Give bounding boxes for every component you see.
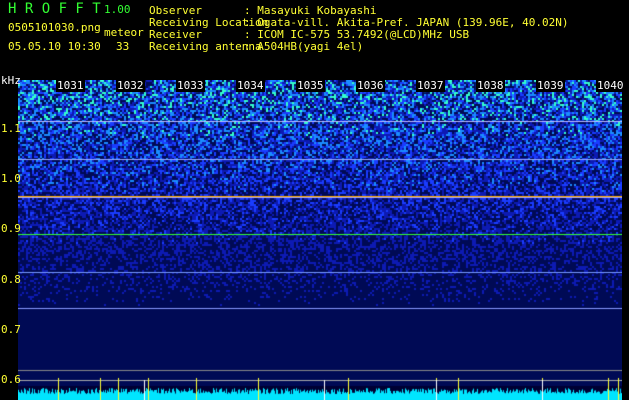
y-tick-label: 0.7 [1, 322, 21, 336]
x-tick-label: 1033 [176, 79, 205, 92]
app-title: H R O F F T [8, 1, 101, 17]
x-tick-label: 1035 [296, 79, 325, 92]
file-name: 0505101030.png [8, 21, 101, 34]
app-version: 1.00 [104, 3, 131, 16]
y-tick-label: 0.6 [1, 373, 21, 386]
meteor-label: meteor [104, 26, 144, 39]
x-tick-label: 1036 [356, 79, 385, 92]
x-tick-label: 1039 [536, 79, 565, 92]
x-tick-label: 1038 [476, 79, 505, 92]
y-tick-label: 0.8 [1, 272, 21, 286]
y-tick-label: 1.0 [1, 172, 21, 186]
x-tick-label: 1037 [416, 79, 445, 92]
y-tick-label: 1.1 [1, 122, 21, 135]
x-tick-label: 1040 [596, 79, 625, 92]
spectrogram [18, 80, 622, 400]
x-tick-label: 1032 [116, 79, 145, 92]
info-value-antenna: : A504HB(yagi 4el) [244, 40, 364, 53]
x-tick-label: 1034 [236, 79, 265, 92]
x-tick-label: 1031 [56, 79, 85, 92]
y-tick-label: 0.9 [1, 222, 21, 236]
file-datetime: 05.05.10 10:30 [8, 40, 101, 53]
meteor-count: 33 [116, 40, 130, 53]
axis-unit-label: kHz [1, 74, 21, 87]
